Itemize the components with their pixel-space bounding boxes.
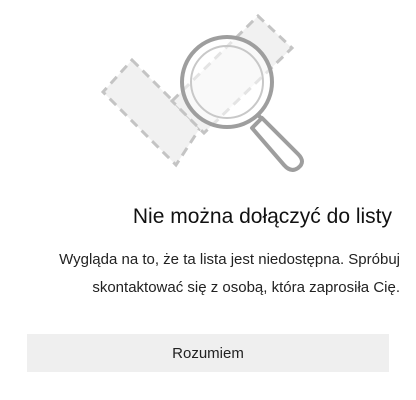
dialog-message: Wygląda na to, że ta lista jest niedostę… [0,246,400,302]
ok-button[interactable]: Rozumiem [27,334,389,372]
magnifier-handle [250,116,304,172]
search-magnifier-icon [100,13,304,172]
message-line-2: skontaktować się z osobą, która zaprosił… [92,279,400,296]
dialog-title: Nie można dołączyć do listy [132,205,392,228]
illustration [0,0,416,190]
message-line-1: Wygląda na to, że ta lista jest niedostę… [59,251,400,268]
